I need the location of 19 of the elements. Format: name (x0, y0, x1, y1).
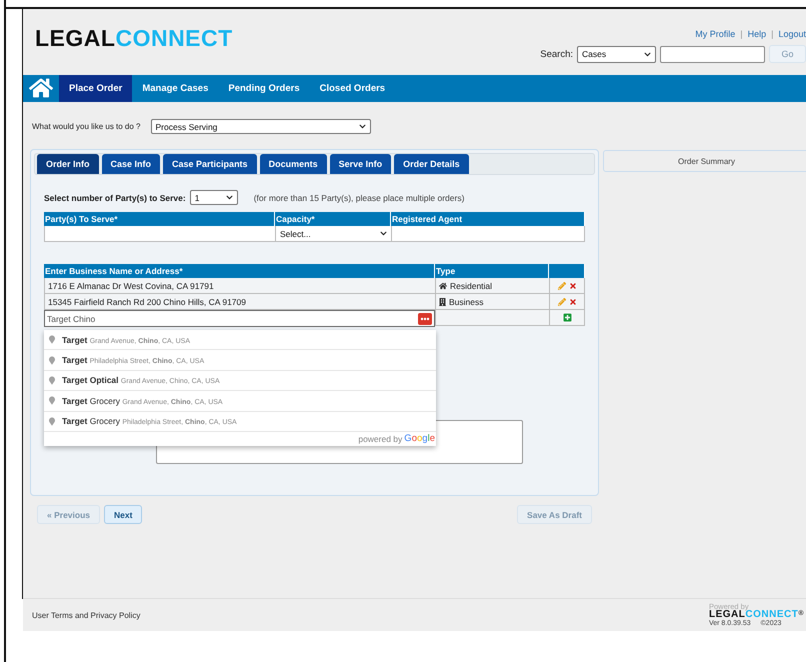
address-type: Residential (450, 280, 492, 290)
column-header: Registered Agent (391, 212, 585, 226)
order-summary-header: Order Summary (603, 150, 806, 172)
task-label: What would you like us to do ? (32, 122, 141, 131)
link-separator: | (740, 29, 743, 39)
address-type: Business (449, 296, 484, 306)
table-cell: 15345 Fairfield Ranch Rd 200 Chino Hills, CA 91709 (44, 294, 435, 310)
search-label: Search: (540, 48, 573, 60)
table-cell: 1716 E Almanac Dr West Covina, CA 91791 (44, 278, 435, 294)
column-header: Enter Business Name or Address* (44, 264, 435, 278)
google-logo: Google (404, 433, 435, 444)
party-count-label: Select number of Party(s) to Serve: (44, 192, 186, 202)
column-header: Capacity* (275, 212, 391, 226)
column-header: Type (435, 264, 549, 278)
party-count-note: (for more than 15 Party(s), please place multiple orders) (254, 192, 464, 202)
logo: LEGALCONNECT (35, 27, 233, 53)
link-separator: | (771, 29, 774, 39)
powered-by-text: powered by (358, 434, 402, 444)
column-header: Party(s) To Serve* (44, 212, 275, 226)
